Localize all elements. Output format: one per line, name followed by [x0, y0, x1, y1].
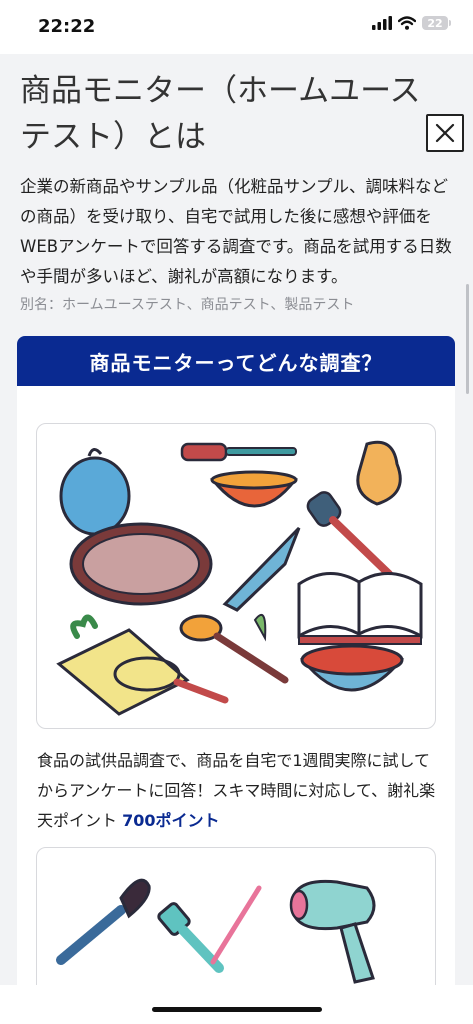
status-time: 22:22: [38, 16, 96, 37]
aliases-text: 別名：ホームユーステスト、商品テスト、製品テスト: [20, 297, 355, 313]
survey-info-card: 商品モニターってどんな調査？ 食品の試供品調査で、商品を自宅で1週間実際に試して…: [17, 336, 455, 985]
beauty-tools-illustration: [36, 847, 436, 985]
modal-sheet: 商品モニター（ホームユーステスト）とは 企業の新商品やサンプル品（化粧品サンプル…: [0, 54, 473, 985]
battery-tip: [449, 20, 451, 26]
reward-points: 700ポイント: [122, 811, 220, 830]
survey-example-text: 食品の試供品調査で、商品を自宅で1週間実際に試してからアンケートに回答！スキマ時…: [37, 746, 439, 836]
description-text: 企業の新商品やサンプル品（化粧品サンプル、調味料などの商品）を受け取り、自宅で試…: [20, 177, 452, 286]
status-icons: 22: [372, 16, 451, 30]
close-button[interactable]: [426, 114, 464, 152]
scrollbar[interactable]: [466, 284, 469, 394]
survey-example-body: 食品の試供品調査で、商品を自宅で1週間実際に試してからアンケートに回答！スキマ時…: [37, 751, 436, 830]
card-heading: 商品モニターってどんな調査？: [17, 336, 455, 386]
home-area: [0, 985, 473, 1024]
page-title: 商品モニター（ホームユーステスト）とは: [20, 73, 421, 155]
status-bar: 22:22 22: [0, 0, 473, 54]
home-indicator[interactable]: [152, 1007, 322, 1012]
signal-icon: [372, 16, 392, 30]
close-icon: [435, 123, 455, 143]
wifi-icon: [398, 16, 416, 30]
battery-icon: 22: [422, 16, 448, 30]
kitchen-utensils-illustration: [36, 423, 436, 729]
